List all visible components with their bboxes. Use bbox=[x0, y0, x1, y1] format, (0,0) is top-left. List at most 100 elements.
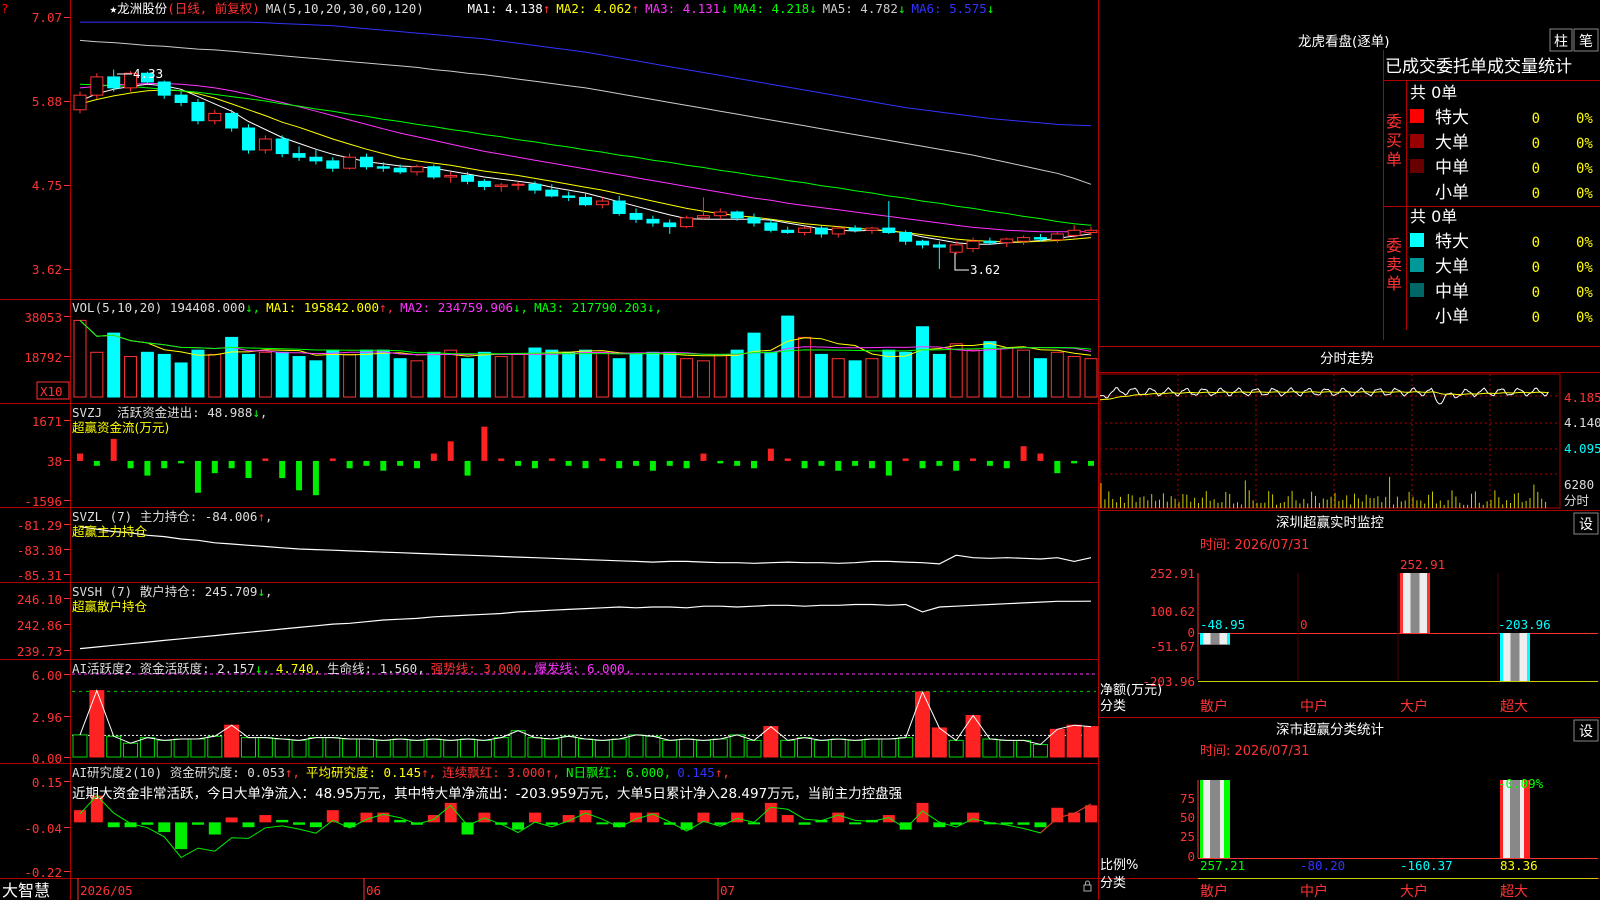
ai-active-bar bbox=[1083, 726, 1099, 758]
period-label: (日线, 前复权) bbox=[167, 1, 260, 16]
svzj-bar bbox=[245, 460, 252, 479]
svzj-bar bbox=[751, 460, 757, 469]
x-axis: 2026/05 06 07 bbox=[80, 883, 735, 898]
ai-active-bar bbox=[830, 738, 846, 758]
ai-active-bar bbox=[375, 739, 391, 758]
y-tick: 4.185 bbox=[1564, 390, 1600, 405]
ai-active-bar bbox=[712, 738, 728, 758]
sz-classify-ylabel: 比例% bbox=[1100, 858, 1138, 873]
svzj-bars bbox=[77, 426, 1094, 496]
ai-research-bar bbox=[1051, 807, 1064, 823]
svzj-subtitle: 超赢资金流(万元) bbox=[72, 420, 169, 435]
header-item: MA1: 195842.000 bbox=[266, 300, 379, 315]
order-count: 0 bbox=[1532, 235, 1540, 251]
y-tick: -1596 bbox=[24, 494, 62, 509]
svzj-bar bbox=[93, 460, 100, 466]
y-tick: 25 bbox=[1180, 829, 1195, 844]
svzl-title: SVZL (7) 主力持仓: -84.006↑, bbox=[72, 509, 273, 524]
ai-research-bars bbox=[74, 794, 1097, 859]
candle-body bbox=[713, 211, 727, 217]
ai-active-bar bbox=[409, 739, 425, 758]
buy-total: 共 0单 bbox=[1410, 83, 1457, 102]
order-stat-title: 已成交委托单成交量统计 bbox=[1385, 57, 1572, 77]
ai-active-header: AI活跃度2 资金活跃度: 2.157↓, 4.740, 生命线: 1.560, 强势… bbox=[72, 661, 632, 676]
svzj-bar bbox=[211, 460, 218, 474]
trend-arrow: ↓, bbox=[513, 300, 528, 315]
main-header: ★龙洲股份(日线, 前复权) MA(5,10,20,30,60,120) MA1:… bbox=[72, 1, 1017, 16]
svzj-bar bbox=[414, 460, 420, 469]
svsh-subtitle: 超赢散户持仓 bbox=[72, 599, 148, 614]
order-type: 中单 bbox=[1435, 158, 1469, 178]
category-label: 散户 bbox=[1200, 698, 1228, 715]
ai-active-bar bbox=[847, 739, 863, 758]
svzj-bar bbox=[548, 458, 555, 461]
y-tick: 0.00 bbox=[32, 751, 62, 766]
header-item: 生命线: 1.560, bbox=[327, 661, 425, 676]
ai-active-bar bbox=[1032, 744, 1048, 758]
volume-bar bbox=[140, 351, 154, 398]
ai-research-bar bbox=[1017, 822, 1030, 825]
order-pct: 0% bbox=[1576, 161, 1593, 177]
classify-bar-super-edge bbox=[1524, 780, 1530, 858]
lock-icon[interactable] bbox=[1083, 884, 1092, 892]
monitor-bar-label: 252.91 bbox=[1400, 557, 1445, 572]
svzj-bar bbox=[498, 458, 505, 461]
classify-bar-retail-shade bbox=[1210, 780, 1220, 858]
volume-bar bbox=[899, 351, 913, 398]
ai-research-bar bbox=[781, 815, 794, 823]
svzj-bar bbox=[616, 460, 623, 469]
svzj-bar bbox=[1020, 446, 1027, 461]
ai-active-bar bbox=[443, 739, 459, 758]
volume-bar bbox=[949, 343, 963, 398]
sz-monitor-categories: 散户 中户 大户 超大 bbox=[1200, 698, 1528, 715]
ma-value: MA1: 4.138 bbox=[467, 1, 542, 16]
candle-body bbox=[444, 175, 458, 178]
y-tick: 239.73 bbox=[17, 644, 62, 659]
candle-body bbox=[612, 200, 626, 214]
candle-body bbox=[899, 231, 913, 242]
classify-bar-retail-edge bbox=[1224, 780, 1230, 858]
x-tick: 06 bbox=[366, 883, 381, 898]
ai-active-bars bbox=[72, 673, 1099, 758]
candle-body bbox=[1017, 237, 1031, 242]
svzj-bar bbox=[649, 460, 656, 471]
ai-active-bar bbox=[1066, 724, 1082, 758]
svzj-bar bbox=[936, 460, 943, 466]
candle-body bbox=[798, 227, 812, 233]
y-tick: -51.67 bbox=[1150, 639, 1195, 654]
ai-research-header: AI研究度2(10) 资金研究度: 0.053↑, 平均研究度: 0.145↑, 连… bbox=[72, 765, 730, 780]
ai-research-bar bbox=[596, 822, 609, 825]
svzj-bar bbox=[565, 460, 572, 466]
candle-body bbox=[1033, 237, 1047, 240]
intraday-vol-value: 6280 bbox=[1564, 477, 1594, 492]
svzj-bar bbox=[481, 426, 488, 461]
candle-body bbox=[461, 175, 475, 182]
ai-research-bar bbox=[1034, 822, 1047, 828]
ai-active-bar bbox=[982, 738, 998, 758]
svzj-bar bbox=[953, 460, 960, 471]
ai-active-bar bbox=[72, 734, 88, 758]
ai-research-bar bbox=[293, 822, 306, 825]
sz-monitor-time: 时间: 2026/07/31 bbox=[1200, 538, 1309, 553]
header-item: MA2: 234759.906 bbox=[400, 300, 513, 315]
intraday-chart bbox=[1099, 373, 1561, 509]
monitor-bar-label: 0 bbox=[1300, 617, 1308, 632]
order-count: 0 bbox=[1532, 111, 1540, 127]
ma-line-ma5 bbox=[79, 83, 1092, 245]
candle-body bbox=[629, 212, 643, 220]
candle-body bbox=[882, 227, 896, 233]
volume-bar bbox=[174, 362, 188, 398]
sz-classify-categories: 散户 中户 大户 超大 bbox=[1200, 883, 1528, 900]
candle-body bbox=[680, 217, 694, 228]
volume-bar bbox=[1000, 347, 1014, 398]
svzj-bar bbox=[868, 460, 875, 469]
y-tick: 0 bbox=[1187, 625, 1195, 640]
sz-monitor-ylabel: 净额(万元) bbox=[1100, 683, 1162, 698]
ai-active-bar bbox=[291, 739, 307, 758]
svzj-bar bbox=[818, 460, 825, 466]
volume-bar bbox=[713, 353, 727, 398]
stock-name: 龙洲股份 bbox=[117, 1, 168, 16]
candle-body bbox=[562, 195, 576, 198]
svzj-bar bbox=[784, 458, 791, 461]
ai-active-bar bbox=[611, 738, 627, 758]
